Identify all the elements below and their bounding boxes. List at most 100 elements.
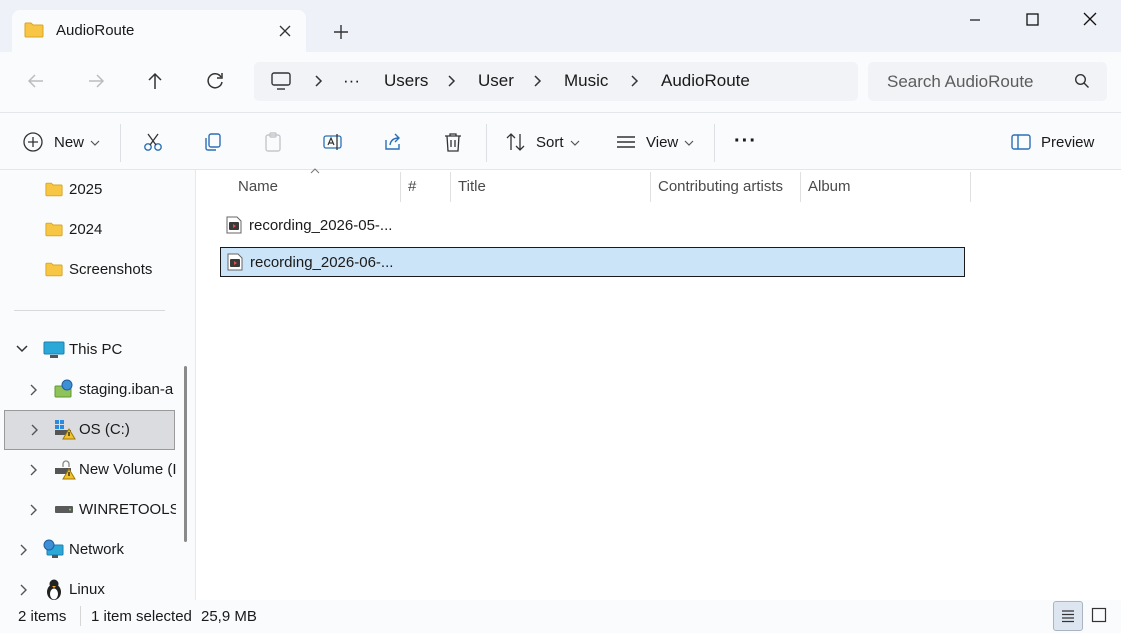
- refresh-icon[interactable]: [203, 69, 227, 93]
- breadcrumb-music[interactable]: Music: [564, 71, 608, 91]
- this-pc-icon[interactable]: [270, 71, 292, 91]
- separator: [14, 310, 165, 311]
- chevron-down-icon[interactable]: [15, 344, 29, 354]
- chevron-right-icon[interactable]: [530, 74, 544, 88]
- sidebar-scrollbar[interactable]: [184, 366, 187, 542]
- details-view-button[interactable]: [1053, 601, 1083, 631]
- chevron-right-icon[interactable]: [627, 74, 641, 88]
- breadcrumb-audioroute[interactable]: AudioRoute: [661, 71, 750, 91]
- item-count: 2 items: [18, 608, 67, 625]
- sidebar-item-linux[interactable]: Linux: [0, 570, 176, 600]
- maximize-icon[interactable]: [1022, 10, 1042, 30]
- breadcrumb-users[interactable]: Users: [384, 71, 428, 91]
- chevron-right-icon[interactable]: [27, 463, 39, 477]
- chevron-right-icon[interactable]: [28, 423, 40, 437]
- column-divider[interactable]: [970, 172, 971, 202]
- forward-arrow-icon[interactable]: [84, 69, 108, 93]
- sidebar-item-new-volume[interactable]: New Volume (I: [0, 450, 176, 490]
- sidebar-item-label: Screenshots: [69, 261, 153, 278]
- sort-button[interactable]: Sort: [536, 134, 564, 151]
- sort-ascending-icon: [310, 168, 320, 174]
- sidebar-item-this-pc[interactable]: This PC: [0, 330, 176, 370]
- copy-icon[interactable]: [202, 131, 224, 153]
- sidebar-item-label: 2024: [69, 221, 103, 238]
- column-header-album[interactable]: Album: [808, 178, 851, 195]
- sidebar-item-label: This PC: [69, 341, 123, 358]
- search-icon[interactable]: [1074, 73, 1090, 89]
- computer-icon: [43, 341, 65, 359]
- tab-title: AudioRoute: [56, 22, 135, 39]
- paste-icon[interactable]: [262, 131, 284, 153]
- sort-icon[interactable]: [505, 131, 527, 153]
- system-drive-warning-icon: [54, 419, 76, 441]
- view-icon[interactable]: [615, 131, 637, 153]
- chevron-right-icon[interactable]: [311, 74, 325, 88]
- folder-icon: [24, 22, 44, 38]
- breadcrumb-more[interactable]: ···: [343, 71, 360, 91]
- sidebar-item-label: staging.iban-a: [79, 381, 174, 398]
- file-name: recording_2026-06-...: [250, 254, 394, 271]
- view-button[interactable]: View: [646, 134, 678, 151]
- rename-icon[interactable]: [322, 131, 344, 153]
- column-header-contributing-artists[interactable]: Contributing artists: [658, 178, 783, 195]
- back-arrow-icon[interactable]: [24, 69, 48, 93]
- sidebar-item-2025[interactable]: 2025: [0, 170, 176, 210]
- search-input[interactable]: Search AudioRoute: [887, 72, 1034, 92]
- drive-icon: [54, 505, 74, 515]
- sidebar-item-label: WINRETOOLS (: [79, 501, 176, 518]
- new-tab-icon[interactable]: [331, 22, 351, 42]
- column-divider[interactable]: [400, 172, 401, 202]
- preview-pane-icon[interactable]: [1010, 131, 1032, 153]
- chevron-right-icon[interactable]: [17, 543, 29, 557]
- cut-icon[interactable]: [142, 131, 164, 153]
- plus-circle-icon[interactable]: [22, 131, 44, 153]
- new-button[interactable]: New: [54, 134, 84, 151]
- separator: [120, 124, 121, 162]
- audio-file-icon: [227, 253, 243, 271]
- sidebar-item-2024[interactable]: 2024: [0, 210, 176, 250]
- file-row[interactable]: recording_2026-05-...: [220, 211, 965, 241]
- folder-icon: [45, 262, 63, 277]
- locked-drive-warning-icon: [54, 459, 76, 481]
- sidebar-item-label: New Volume (I: [79, 461, 176, 478]
- separator: [80, 606, 81, 626]
- folder-icon: [45, 182, 63, 197]
- chevron-right-icon[interactable]: [27, 503, 39, 517]
- preview-button[interactable]: Preview: [1041, 134, 1094, 151]
- close-window-icon[interactable]: [1080, 9, 1100, 29]
- selection-count: 1 item selected: [91, 608, 192, 625]
- chevron-down-icon[interactable]: [570, 139, 580, 147]
- file-row-selected[interactable]: recording_2026-06-...: [220, 247, 965, 277]
- chevron-right-icon[interactable]: [17, 583, 29, 597]
- delete-icon[interactable]: [442, 131, 464, 153]
- sidebar-item-staging[interactable]: staging.iban-a: [0, 370, 176, 410]
- network-icon: [43, 539, 65, 559]
- more-options-button[interactable]: ···: [734, 130, 757, 153]
- up-arrow-icon[interactable]: [143, 69, 167, 93]
- chevron-down-icon[interactable]: [684, 139, 694, 147]
- selection-size: 25,9 MB: [201, 608, 257, 625]
- minimize-icon[interactable]: [965, 10, 985, 30]
- column-header-title[interactable]: Title: [458, 178, 486, 195]
- sidebar-item-os-c[interactable]: OS (C:): [4, 410, 175, 450]
- sidebar-item-network[interactable]: Network: [0, 530, 176, 570]
- audio-file-icon: [226, 216, 242, 234]
- close-tab-icon[interactable]: [276, 22, 294, 40]
- column-divider[interactable]: [800, 172, 801, 202]
- sidebar-item-screenshots[interactable]: Screenshots: [0, 250, 176, 290]
- sidebar-item-label: Linux: [69, 581, 105, 598]
- sidebar-item-winretools[interactable]: WINRETOOLS (: [0, 490, 176, 530]
- column-divider[interactable]: [650, 172, 651, 202]
- folder-icon: [45, 222, 63, 237]
- sidebar-item-label: 2025: [69, 181, 103, 198]
- chevron-down-icon[interactable]: [90, 139, 100, 147]
- large-icons-view-button[interactable]: [1091, 607, 1107, 623]
- column-header-number[interactable]: #: [408, 178, 416, 195]
- column-header-name[interactable]: Name: [238, 178, 278, 195]
- chevron-right-icon[interactable]: [27, 383, 39, 397]
- share-icon[interactable]: [382, 131, 404, 153]
- separator: [714, 124, 715, 162]
- breadcrumb-user[interactable]: User: [478, 71, 514, 91]
- chevron-right-icon[interactable]: [444, 74, 458, 88]
- column-divider[interactable]: [450, 172, 451, 202]
